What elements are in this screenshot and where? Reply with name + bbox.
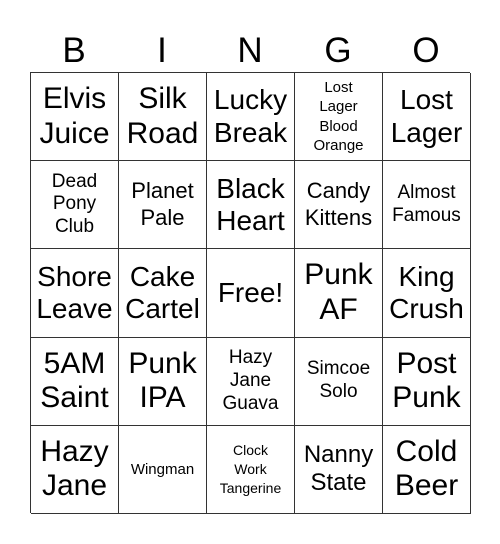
bingo-cell[interactable]: Cake Cartel <box>119 249 207 338</box>
bingo-cell[interactable]: Shore Leave <box>31 249 119 338</box>
bingo-cell[interactable]: Candy Kittens <box>295 161 383 250</box>
bingo-cell[interactable]: Lost Lager Blood Orange <box>295 73 383 162</box>
bingo-cell[interactable]: Punk AF <box>295 249 383 338</box>
bingo-cell[interactable]: Silk Road <box>119 73 207 162</box>
bingo-cell[interactable]: Clock Work Tangerine <box>207 425 295 514</box>
bingo-cell[interactable]: Simcoe Solo <box>295 337 383 426</box>
bingo-cell[interactable]: Lost Lager <box>383 73 471 162</box>
header-letter-i: I <box>157 31 167 70</box>
bingo-cell[interactable]: Dead Pony Club <box>31 161 119 250</box>
bingo-cell[interactable]: Nanny State <box>295 425 383 514</box>
bingo-cell[interactable]: Cold Beer <box>383 425 471 514</box>
bingo-cell[interactable]: Wingman <box>119 425 207 514</box>
bingo-cell[interactable]: King Crush <box>383 249 471 338</box>
header-letter-g: G <box>324 31 352 70</box>
free-space-cell[interactable]: Free! <box>207 249 295 338</box>
bingo-cell[interactable]: Lucky Break <box>207 73 295 162</box>
bingo-cell[interactable]: Almost Famous <box>383 161 471 250</box>
header-letter-o: O <box>412 31 440 70</box>
bingo-cell[interactable]: Planet Pale <box>119 161 207 250</box>
bingo-cell[interactable]: Punk IPA <box>119 337 207 426</box>
bingo-header: B I N G O <box>30 30 470 72</box>
bingo-cell[interactable]: Hazy Jane <box>31 425 119 514</box>
bingo-cell[interactable]: Hazy Jane Guava <box>207 337 295 426</box>
bingo-cell[interactable]: 5AM Saint <box>31 337 119 426</box>
bingo-cell[interactable]: Black Heart <box>207 161 295 250</box>
header-letter-b: B <box>62 31 86 70</box>
bingo-cell[interactable]: Post Punk <box>383 337 471 426</box>
bingo-grid: Elvis Juice Silk Road Lucky Break Lost L… <box>30 72 471 514</box>
bingo-cell[interactable]: Elvis Juice <box>31 73 119 162</box>
header-letter-n: N <box>237 31 263 70</box>
